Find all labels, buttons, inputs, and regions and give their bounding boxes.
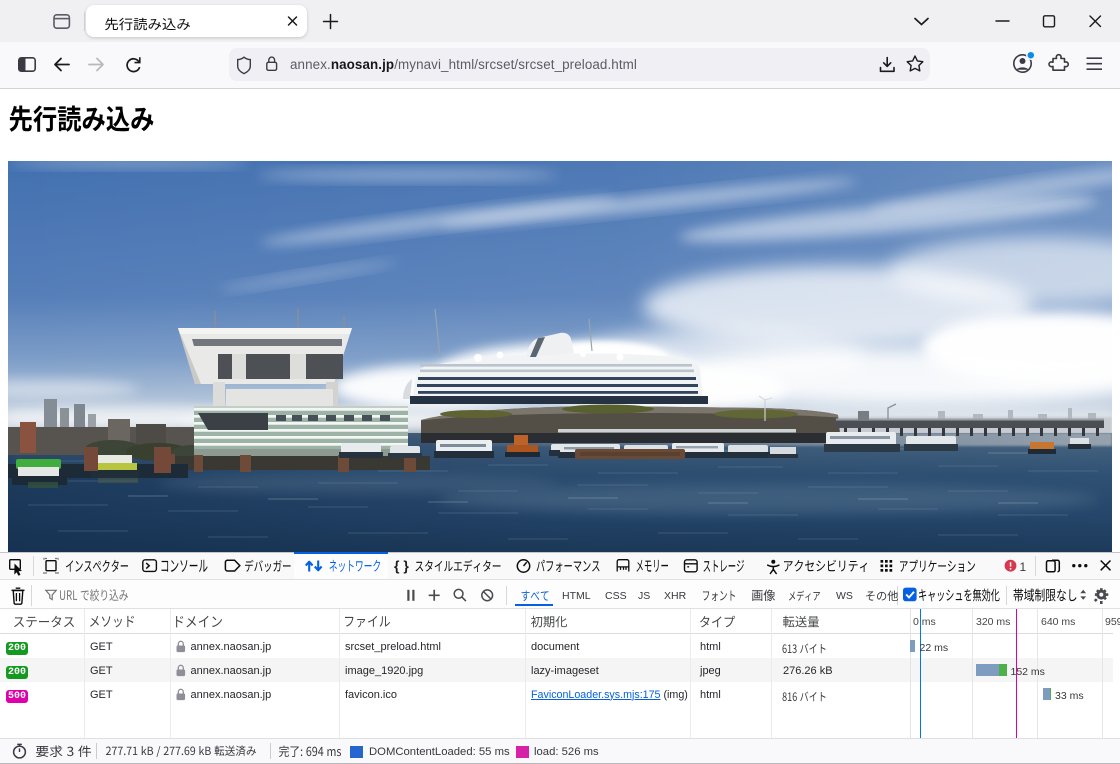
svg-text:{ }: { } [394, 558, 409, 574]
